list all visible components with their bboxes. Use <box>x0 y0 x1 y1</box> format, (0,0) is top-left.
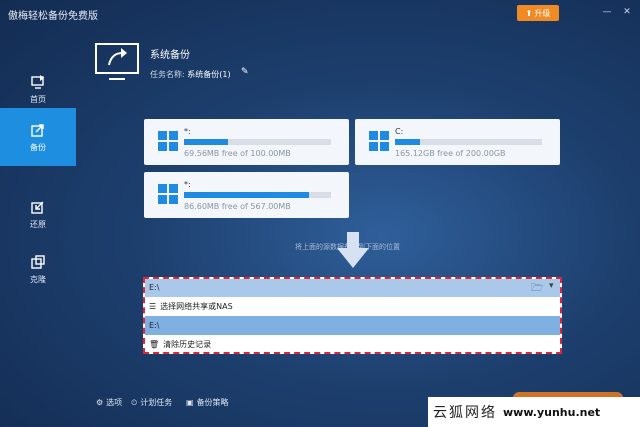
restore-icon <box>31 201 44 214</box>
task-name-value: 系统备份(1) <box>187 70 231 79</box>
disk-name: *: <box>184 180 191 189</box>
upgrade-icon: ⬆ <box>525 8 533 18</box>
clear-icon: 🗑 <box>149 340 160 349</box>
dropdown-option-network-share[interactable]: ☰ 选择网络共享或NAS <box>145 297 560 316</box>
destination-dropdown: E:\ 🗁 ▾ ☰ 选择网络共享或NAS E:\ 🗑 清除历史记录 <box>143 277 562 354</box>
source-disk-card[interactable]: *: 69.56MB free of 100.00MB <box>144 119 349 165</box>
sidebar-item-label: 克隆 <box>30 274 46 284</box>
edit-task-name-icon[interactable]: ✎ <box>241 67 249 77</box>
strategy-label: 备份策略 <box>196 398 229 407</box>
watermark-text: 云狐网络 <box>433 405 497 421</box>
backup-strategy-button[interactable]: ▣ 备份策略 <box>186 397 229 408</box>
windows-logo-icon <box>369 131 389 151</box>
disk-info: 86.60MB free of 567.00MB <box>184 202 291 211</box>
title-bar: 傲梅轻松备份免费版 ⬆ 升级 — ✕ <box>0 0 640 26</box>
watermark-url: www.yunhu.net <box>503 405 601 419</box>
disk-usage-bar <box>184 139 331 145</box>
disk-usage-fill <box>184 139 229 145</box>
strategy-icon: ▣ <box>186 398 194 407</box>
app-title: 傲梅轻松备份免费版 <box>8 11 98 22</box>
sidebar-item-backup[interactable]: 备份 <box>0 108 76 166</box>
page-title: 系统备份 <box>150 50 190 61</box>
sidebar-item-clone[interactable]: 克隆 <box>0 240 76 298</box>
home-icon <box>31 74 44 89</box>
task-name-label: 任务名称: <box>150 70 185 79</box>
sidebar-item-label: 首页 <box>30 94 46 104</box>
options-label: 选项 <box>106 398 123 407</box>
windows-logo-icon <box>158 131 178 151</box>
gear-icon: ⚙ <box>96 398 104 407</box>
sidebar-item-label: 还原 <box>30 219 46 229</box>
source-disk-card[interactable]: *: 86.60MB free of 567.00MB <box>144 172 349 218</box>
watermark: 云狐网络 www.yunhu.net <box>428 397 640 427</box>
option-label: 清除历史记录 <box>163 340 212 349</box>
source-disk-card[interactable]: C: 165.12GB free of 200.00GB <box>355 119 560 165</box>
down-arrow-icon <box>337 232 369 268</box>
dropdown-option-clear-history[interactable]: 🗑 清除历史记录 <box>145 335 560 354</box>
close-button[interactable]: ✕ <box>621 6 633 18</box>
windows-logo-icon <box>158 184 178 204</box>
disk-usage-bar <box>184 192 331 198</box>
network-icon: ☰ <box>149 302 157 311</box>
disk-name: C: <box>395 127 404 136</box>
task-name-row: 任务名称: 系统备份(1) <box>150 69 231 80</box>
disk-usage-bar <box>395 139 542 145</box>
app-window: 傲梅轻松备份免费版 ⬆ 升级 — ✕ 首页 备份 还原 克隆 系统备份 任务名称… <box>0 0 640 427</box>
disk-info: 165.12GB free of 200.00GB <box>395 149 506 158</box>
sidebar: 首页 备份 还原 克隆 <box>0 40 76 427</box>
system-backup-icon <box>95 43 139 80</box>
upgrade-button[interactable]: ⬆ 升级 <box>517 5 559 21</box>
sidebar-item-label: 备份 <box>30 142 46 152</box>
disk-name: *: <box>184 127 191 136</box>
clock-icon: ⏲ <box>131 397 138 407</box>
destination-path-value: E:\ <box>149 283 160 292</box>
options-button[interactable]: ⚙ 选项 <box>96 397 122 408</box>
folder-icon[interactable]: 🗁 <box>531 281 543 298</box>
option-label: 选择网络共享或NAS <box>160 302 233 311</box>
backup-icon <box>31 123 44 137</box>
upgrade-label: 升级 <box>534 8 551 18</box>
destination-path-field[interactable]: E:\ 🗁 ▾ <box>145 279 560 297</box>
disk-usage-fill <box>184 192 309 198</box>
clone-icon <box>31 254 45 269</box>
disk-info: 69.56MB free of 100.00MB <box>184 149 291 158</box>
schedule-button[interactable]: ⏲ 计划任务 <box>131 397 172 408</box>
sidebar-item-restore[interactable]: 还原 <box>0 185 76 243</box>
dropdown-option-e-drive[interactable]: E:\ <box>145 316 560 335</box>
disk-usage-fill <box>395 139 420 145</box>
minimize-button[interactable]: — <box>601 6 613 18</box>
option-label: E:\ <box>149 321 160 330</box>
chevron-down-icon[interactable]: ▾ <box>549 281 554 291</box>
schedule-label: 计划任务 <box>140 398 173 407</box>
